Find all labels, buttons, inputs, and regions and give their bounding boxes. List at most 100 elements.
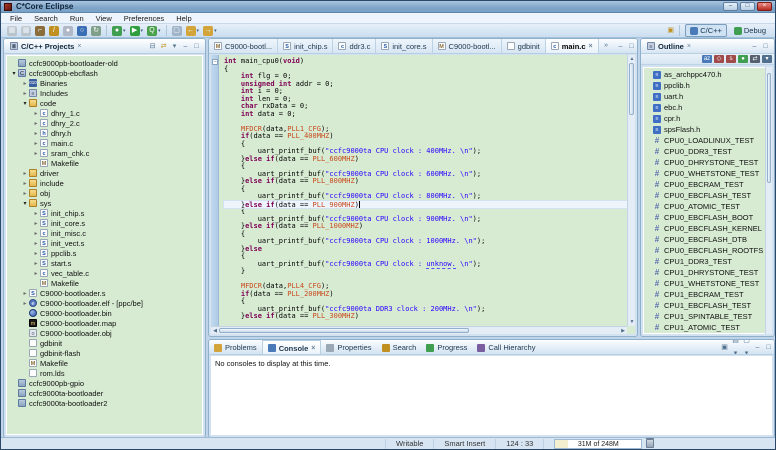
tree-item[interactable]: ▸010Binaries [6, 78, 203, 88]
outline-item[interactable]: #CPU0_ATOMIC_TEST [643, 201, 772, 212]
tree-item[interactable]: ▾sys [6, 198, 203, 208]
collapsed-arrow-icon[interactable]: ▸ [32, 140, 40, 147]
tree-item[interactable]: ▸obj [6, 188, 203, 198]
clock-icon[interactable]: ● [62, 25, 74, 37]
close-tab-icon[interactable]: × [589, 43, 593, 50]
collapsed-arrow-icon[interactable]: ▸ [32, 270, 40, 277]
editor-tab-c9000-bootl-[interactable]: MC9000-bootl... [433, 39, 502, 53]
tree-item[interactable]: ▾Cccfc9000pb-ebcflash [6, 68, 203, 78]
new-console-view-icon[interactable]: ▢ ▾ [741, 340, 752, 355]
tree-item[interactable]: ▸driver [6, 168, 203, 178]
view-menu-icon[interactable]: ▾ [169, 40, 180, 53]
hide-static-members-icon[interactable]: s [726, 55, 736, 63]
link-with-editor-icon[interactable]: ⇄ [158, 40, 169, 53]
collapsed-arrow-icon[interactable]: ▸ [32, 210, 40, 217]
outline-item[interactable]: g_ddr3Flag: volatile int [643, 333, 772, 334]
scroll-right-icon[interactable]: ▶ [619, 327, 627, 334]
editor-tab-init-core-s[interactable]: Sinit_core.s [376, 39, 432, 53]
tab-overflow-chevron[interactable]: » [601, 39, 612, 53]
outline-scroll-thumb[interactable] [767, 73, 771, 183]
editor-gutter[interactable]: – [211, 55, 219, 326]
outline-item[interactable]: #CPU0_DHRYSTONE_TEST [643, 157, 772, 168]
open-console-icon[interactable]: ▣ [719, 341, 730, 354]
dropdown-arrow-icon[interactable]: ▾ [141, 28, 144, 34]
tree-item[interactable]: ccfc9000ta-bootloader2 [6, 398, 203, 408]
collapsed-arrow-icon[interactable]: ▸ [32, 130, 40, 137]
outline-item[interactable]: ≡ebc.h [643, 102, 772, 113]
minimize-view-icon[interactable]: – [180, 40, 191, 53]
tree-item[interactable]: oC9000-bootloader.obj [6, 328, 203, 338]
expanded-arrow-icon[interactable]: ▾ [21, 100, 29, 107]
outline-item[interactable]: #CPU1_ATOMIC_TEST [643, 322, 772, 333]
scroll-down-icon[interactable]: ▼ [628, 318, 635, 326]
tree-item[interactable]: ▸cdhry_1.c [6, 108, 203, 118]
external-tools-dropdown-icon[interactable]: Q▾ [146, 25, 162, 37]
tree-item[interactable]: ▸include [6, 178, 203, 188]
collapsed-arrow-icon[interactable]: ▸ [21, 190, 29, 197]
collapsed-arrow-icon[interactable]: ▸ [32, 260, 40, 267]
outline-item[interactable]: #CPU0_LOADLINUX_TEST [643, 135, 772, 146]
outline-scrollbar[interactable] [765, 67, 772, 334]
outline-item[interactable]: #CPU0_EBCFLASH_DTB [643, 234, 772, 245]
editor-vertical-scrollbar[interactable]: ▲ ▼ [627, 55, 635, 326]
tree-item[interactable]: ▸Sinit_chip.s [6, 208, 203, 218]
forward-dropdown-icon[interactable]: →▾ [202, 25, 218, 37]
perspective-c-c-[interactable]: C/C++ [685, 24, 727, 37]
tree-item[interactable]: gdbinit [6, 338, 203, 348]
collapsed-arrow-icon[interactable]: ▸ [21, 90, 29, 97]
dropdown-arrow-icon[interactable]: ▾ [214, 28, 217, 34]
collapsed-arrow-icon[interactable]: ▸ [21, 80, 29, 87]
hide-fields-icon[interactable]: ◇ [714, 55, 724, 63]
tab-outline[interactable]: ≡ Outline × [644, 39, 694, 54]
tree-item[interactable]: ▸cvec_table.c [6, 268, 203, 278]
sort-icon[interactable]: az [702, 55, 712, 63]
build-icon[interactable]: ⌐ [34, 25, 46, 37]
editor-tab-ddr3-c[interactable]: cddr3.c [333, 39, 376, 53]
outline-item[interactable]: #CPU1_WHETSTONE_TEST [643, 278, 772, 289]
collapse-all-icon[interactable]: ⊟ [147, 40, 158, 53]
menu-help[interactable]: Help [170, 13, 197, 24]
collapsed-arrow-icon[interactable]: ▸ [32, 110, 40, 117]
hide-non-public-icon[interactable]: ● [738, 55, 748, 63]
editor-tab-c9000-bootl-[interactable]: MC9000-bootl... [209, 39, 278, 53]
tree-item[interactable]: rom.lds [6, 368, 203, 378]
run-dropdown-icon[interactable]: ▶▾ [129, 25, 145, 37]
search-icon[interactable]: ○ [76, 25, 88, 37]
outline-item[interactable]: #CPU0_EBCFLASH_KERNEL [643, 223, 772, 234]
debug-dropdown-icon[interactable]: ●▾ [111, 25, 127, 37]
collapsed-arrow-icon[interactable]: ▸ [32, 120, 40, 127]
editor-tab-init-chip-s[interactable]: Sinit_chip.s [278, 39, 333, 53]
tree-item[interactable]: ▸eC9000-bootloader.elf - [ppc/be] [6, 298, 203, 308]
tree-item[interactable]: ▸hdhry.h [6, 128, 203, 138]
collapsed-arrow-icon[interactable]: ▸ [21, 300, 29, 307]
collapsed-arrow-icon[interactable]: ▸ [32, 250, 40, 257]
outline-item[interactable]: #CPU1_DDR3_TEST [643, 256, 772, 267]
outline-item[interactable]: #CPU0_WHETSTONE_TEST [643, 168, 772, 179]
collapsed-arrow-icon[interactable]: ▸ [21, 180, 29, 187]
refresh-icon[interactable]: ↻ [90, 25, 102, 37]
scroll-left-icon[interactable]: ◀ [211, 327, 219, 334]
tree-item[interactable]: MMakefile [6, 158, 203, 168]
maximize-window-button[interactable]: □ [740, 2, 755, 11]
fold-marker-icon[interactable]: – [212, 59, 218, 65]
collapsed-arrow-icon[interactable]: ▸ [32, 240, 40, 247]
maximize-view-icon[interactable]: □ [763, 341, 774, 354]
outline-item[interactable]: ≡as_archppc470.h [643, 69, 772, 80]
close-window-button[interactable]: × [757, 2, 772, 11]
horizontal-scroll-thumb[interactable] [219, 328, 469, 333]
tree-item[interactable]: ▸Sinit_vect.s [6, 238, 203, 248]
run-garbage-collector-icon[interactable] [646, 439, 654, 448]
outline-item[interactable]: ≡spsFlash.h [643, 124, 772, 135]
tree-item[interactable]: MMakefile [6, 358, 203, 368]
outline-item[interactable]: ≡cpr.h [643, 113, 772, 124]
tree-item[interactable]: ccfc9000pb-gpio [6, 378, 203, 388]
tab-properties[interactable]: Properties [321, 340, 376, 355]
minimize-editor-icon[interactable]: – [615, 40, 626, 53]
dropdown-arrow-icon[interactable]: ▾ [158, 28, 161, 34]
collapsed-arrow-icon[interactable]: ▸ [21, 290, 29, 297]
outline-item[interactable]: #CPU1_EBCRAM_TEST [643, 289, 772, 300]
expanded-arrow-icon[interactable]: ▾ [10, 70, 18, 77]
close-view-icon[interactable]: × [77, 43, 81, 50]
menu-file[interactable]: File [4, 13, 28, 24]
expanded-arrow-icon[interactable]: ▾ [21, 200, 29, 207]
